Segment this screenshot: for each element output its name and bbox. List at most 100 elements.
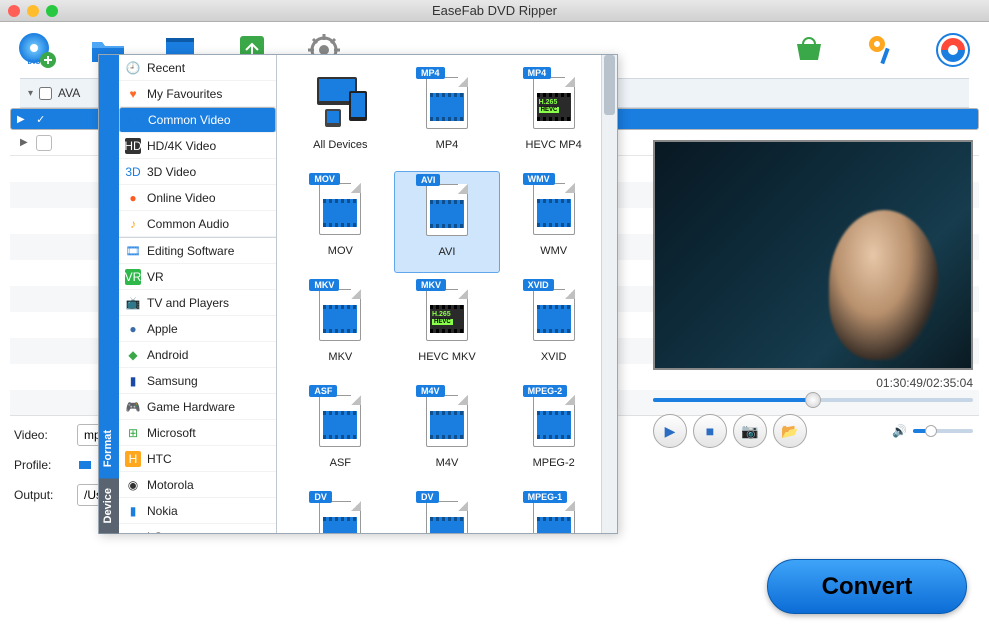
volume-icon[interactable]: 🔊 [892,424,907,438]
expand-icon[interactable]: ▾ [28,88,33,99]
category-android[interactable]: ◆ Android [119,342,276,368]
format-mpeg-2[interactable]: MPEG-2MPEG-2 [500,383,607,485]
fire-icon: ● [125,190,141,206]
source-label: AVA [58,86,80,100]
scrub-bar[interactable] [653,398,973,402]
format-dv[interactable]: DV [287,489,394,533]
titlebar: EaseFab DVD Ripper [0,0,989,22]
apple-icon: ● [125,321,141,337]
category-hd-4k-video[interactable]: HD HD/4K Video [119,133,276,159]
category-common-audio[interactable]: ♪Common Audio [119,211,276,237]
minimize-button[interactable] [27,5,39,17]
row-checkbox[interactable]: ✓ [33,111,49,127]
format-all-devices[interactable]: All Devices [287,65,394,167]
category-label: HTC [147,452,172,466]
tab-device[interactable]: Device [99,478,119,533]
format-xvid[interactable]: XVIDXVID [500,277,607,379]
category-lg[interactable]: ◉ LG [119,524,276,533]
scrollbar-thumb[interactable] [604,55,615,115]
category-label: Editing Software [147,244,234,258]
format-label: HEVC MP4 [526,139,582,151]
category-label: Motorola [147,478,194,492]
format-m4v[interactable]: M4VM4V [394,383,501,485]
category-editing-software[interactable]: 🎞 Editing Software [119,238,276,264]
category-my-favourites[interactable]: ♥My Favourites [119,81,276,107]
format-grid[interactable]: All Devices MP4MP4MP4H.265HEVCHEVC MP4 MOV… [277,55,617,533]
category-label: Android [147,348,188,362]
zoom-button[interactable] [46,5,58,17]
format-avi[interactable]: AVIAVI [394,171,501,273]
shop-button[interactable] [787,28,831,72]
game-icon: 🎮 [125,399,141,415]
format-label: HEVC MKV [418,351,475,363]
format-mpeg-1[interactable]: MPEG-1 [500,489,607,533]
format-mp4[interactable]: MP4MP4 [394,65,501,167]
clock-icon: 🕘 [125,60,141,76]
play-button[interactable]: ▶ [653,414,687,448]
scrub-knob[interactable] [805,392,821,408]
play-icon[interactable]: ▶ [20,137,28,148]
category-label: Microsoft [147,426,196,440]
snapshot-button[interactable]: 📷 [733,414,767,448]
category-vr[interactable]: VRVR [119,264,276,290]
format-dv[interactable]: DV [394,489,501,533]
profile-label: Profile: [14,458,69,472]
format-mov[interactable]: MOVMOV [287,171,394,273]
format-label: MOV [328,245,353,257]
category-3d-video[interactable]: 3D3D Video [119,159,276,185]
category-common-video[interactable]: 🎞Common Video [119,107,276,133]
android-icon: ◆ [125,347,141,363]
category-label: Game Hardware [147,400,235,414]
output-label: Output: [14,488,69,502]
category-htc[interactable]: HHTC [119,446,276,472]
category-nokia[interactable]: ▮Nokia [119,498,276,524]
format-hevc-mkv[interactable]: MKVH.265HEVCHEVC MKV [394,277,501,379]
lg-icon: ◉ [125,529,141,534]
format-asf[interactable]: ASFASF [287,383,394,485]
profile-icon [77,457,93,473]
convert-button[interactable]: Convert [767,559,967,614]
window-title: EaseFab DVD Ripper [432,3,557,18]
format-popup: Format Device 🕘Recent♥My Favourites🎞Comm… [98,54,618,534]
scrollbar[interactable] [601,55,617,533]
source-checkbox[interactable] [39,87,52,100]
format-label: All Devices [313,139,367,151]
category-recent[interactable]: 🕘Recent [119,55,276,81]
play-icon[interactable]: ▶ [17,114,25,125]
category-label: Common Audio [147,217,229,231]
ms-icon: ⊞ [125,425,141,441]
category-microsoft[interactable]: ⊞ Microsoft [119,420,276,446]
format-mkv[interactable]: MKVMKV [287,277,394,379]
category-online-video[interactable]: ● Online Video [119,185,276,211]
help-button[interactable] [931,28,975,72]
row-checkbox[interactable] [36,135,52,151]
close-button[interactable] [8,5,20,17]
category-tv-and-players[interactable]: 📺TV and Players [119,290,276,316]
category-label: Online Video [147,191,216,205]
load-dvd-button[interactable]: DVD [14,28,58,72]
category-apple[interactable]: ● Apple [119,316,276,342]
format-label: MP4 [436,139,459,151]
format-label: M4V [436,457,459,469]
tv-icon: 📺 [125,295,141,311]
register-button[interactable] [859,28,903,72]
volume-slider[interactable] [913,429,973,433]
category-label: Apple [147,322,178,336]
hd-icon: HD [125,138,141,154]
format-hevc-mp4[interactable]: MP4H.265HEVCHEVC MP4 [500,65,607,167]
stop-button[interactable]: ■ [693,414,727,448]
film-icon: 🎞 [125,243,141,259]
preview-video[interactable] [653,140,973,370]
category-samsung[interactable]: ▮Samsung [119,368,276,394]
format-wmv[interactable]: WMVWMV [500,171,607,273]
3d-icon: 3D [125,164,141,180]
category-list[interactable]: 🕘Recent♥My Favourites🎞Common Video HD HD/4… [119,55,277,533]
open-folder-button[interactable]: 📂 [773,414,807,448]
svg-text:DVD: DVD [28,60,41,66]
category-game-hardware[interactable]: 🎮 Game Hardware [119,394,276,420]
tab-format[interactable]: Format [99,420,119,477]
category-label: Samsung [147,374,198,388]
category-motorola[interactable]: ◉Motorola [119,472,276,498]
category-label: LG [147,530,163,534]
category-label: HD/4K Video [147,139,216,153]
